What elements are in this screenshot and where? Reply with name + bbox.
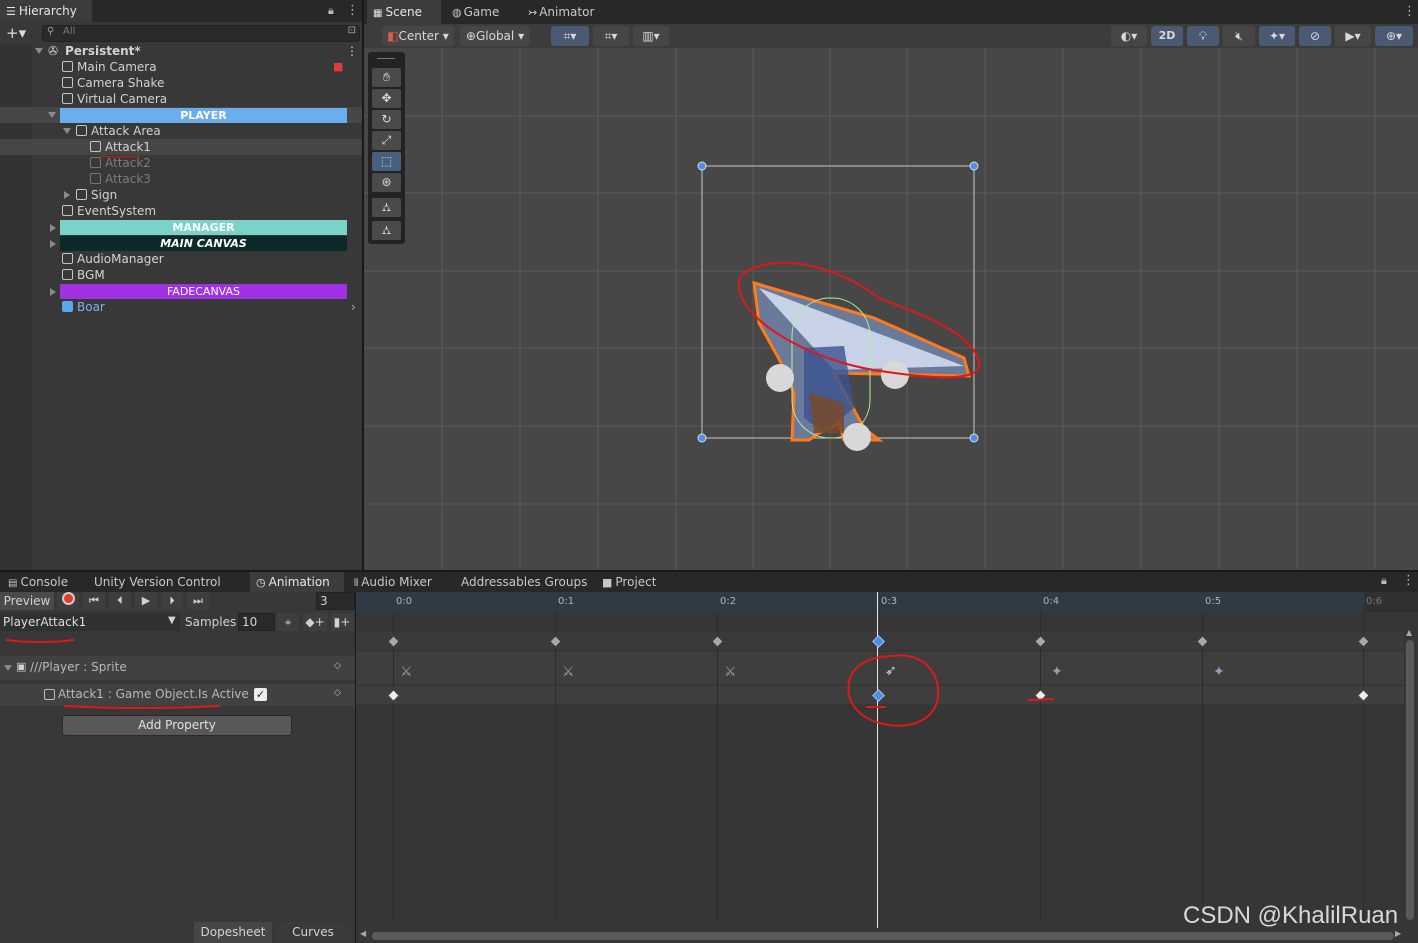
video-camera-icon: ▶ [1345,29,1355,43]
rect-handle-bottom-right[interactable] [969,433,979,443]
tick-label: 0:0 [396,596,413,607]
hand-icon: ✋︎ [383,70,390,84]
toggle-2d-button[interactable]: 2D [1151,26,1183,46]
gizmo-globe-icon: ⊕ [1385,29,1397,43]
light-bulb-icon: 💡︎ [1198,29,1208,43]
timeline-gridline [555,612,556,922]
tick-label: 0:2 [720,596,737,607]
rect-handle-top-right[interactable] [969,161,979,171]
vertical-scrollbar[interactable] [1406,640,1414,920]
hand-tool-button[interactable]: ✋︎ [372,68,401,87]
editor-tool-icon: ⛼ [381,200,392,214]
kebab-menu-icon[interactable]: ⋮ [1402,573,1415,588]
gizmos-dropdown[interactable]: ⊕▾ [1375,26,1413,46]
curves-tab[interactable]: Curves [276,922,350,943]
scale-icon: ⤢ [381,133,392,147]
scene-grid [364,48,1418,570]
timeline-gridline [1202,612,1203,922]
rotate-tool-button[interactable]: ↻ [372,110,401,129]
animator-icon: ↣ [528,6,538,19]
annotation-underlines [5,155,221,709]
sprite-keyframe-thumbnail[interactable]: ⚔ [400,664,413,680]
sprite-keyframe-thumbnail[interactable]: ✦ [1213,664,1225,680]
increment-snap-button[interactable]: ⌗▾ [593,26,629,46]
palette-handle[interactable] [377,58,395,59]
watermark: CSDN @KhalilRuan [1183,902,1399,929]
pivot-center-dropdown[interactable]: ◧Center ▾ [382,26,454,46]
lighting-toggle-button[interactable]: 💡︎ [1187,26,1219,46]
transform-tool-button[interactable]: ⊛ [372,173,401,192]
tab-addressables[interactable]: Addressables Groups [455,572,593,592]
audio-mute-icon: 🔇︎ [1235,29,1243,43]
tick-label: 0:6 [1366,596,1383,607]
rect-tool-button[interactable]: ⬚ [372,152,401,171]
sprite-keyframe-thumbnail[interactable]: ⚔ [562,664,575,680]
rotate-icon: ↻ [381,112,392,126]
custom-tool-button-2[interactable]: ⛼ [372,221,401,240]
pivot-global-dropdown[interactable]: ⊕Global ▾ [460,26,530,46]
tab-scene[interactable]: ▦ Scene [367,0,441,24]
sprite-keyframe-thumbnail[interactable]: ⚔ [724,664,737,680]
scroll-left-icon[interactable]: ◀ [360,929,366,938]
editor-tool-icon: ⛼ [381,223,392,237]
annotation-timeline-circle [847,654,1055,727]
custom-tool-button-1[interactable]: ⛼ [372,198,401,217]
pivot-icon: ◧ [387,29,399,43]
hidden-objects-button[interactable]: ⊘ [1299,26,1331,46]
scroll-up-icon[interactable]: ▲ [1406,628,1412,637]
rect-handle-bottom-left[interactable] [697,433,707,443]
camera-dropdown[interactable]: ▶▾ [1335,26,1371,46]
timeline-gridline [393,612,394,922]
tab-animator[interactable]: ↣ Animator [522,0,600,24]
scale-tool-button[interactable]: ⤢ [372,131,401,150]
draw-mode-dropdown[interactable]: ◐▾ [1111,26,1147,46]
grid-snap-button[interactable]: ⌗▾ [551,26,589,46]
tick-label: 0:1 [558,596,575,607]
scroll-right-icon[interactable]: ▶ [1395,929,1401,938]
horizontal-scrollbar[interactable] [372,932,1394,940]
tick-label: 0:3 [881,596,898,607]
scene-grid-icon: ▦ [373,8,383,19]
folder-icon: ■ [602,576,613,589]
transform-icon: ⊛ [381,175,392,189]
tab-audio-mixer[interactable]: ⫴ Audio Mixer [348,572,438,592]
tick-label: 0:4 [1043,596,1060,607]
tick-label: 0:5 [1205,596,1222,607]
audio-toggle-button[interactable]: 🔇︎ [1223,26,1255,46]
eye-slash-icon: ⊘ [1309,29,1321,43]
rect-handle-top-left[interactable] [697,161,707,171]
tab-project[interactable]: ■ Project [596,572,662,592]
timeline-gridline [717,612,718,922]
lock-icon[interactable]: 🔒︎ [1381,574,1387,588]
tab-game[interactable]: ◍ Game [446,0,505,24]
scene-menu-icon[interactable]: ⋮ [1403,4,1416,19]
timeline-gridline [1363,612,1364,922]
effects-dropdown[interactable]: ✦▾ [1259,26,1295,46]
scene-canvas[interactable] [364,48,1418,570]
gamepad-icon: ◍ [452,6,462,19]
move-tool-button[interactable]: ✥ [372,89,401,108]
rect-icon: ⬚ [380,154,393,168]
grid-visibility-button[interactable]: ▥▾ [633,26,669,46]
dopesheet-tab[interactable]: Dopesheet [194,922,272,943]
globe-icon: ⊕ [465,29,476,43]
move-arrows-icon: ✥ [381,91,392,105]
